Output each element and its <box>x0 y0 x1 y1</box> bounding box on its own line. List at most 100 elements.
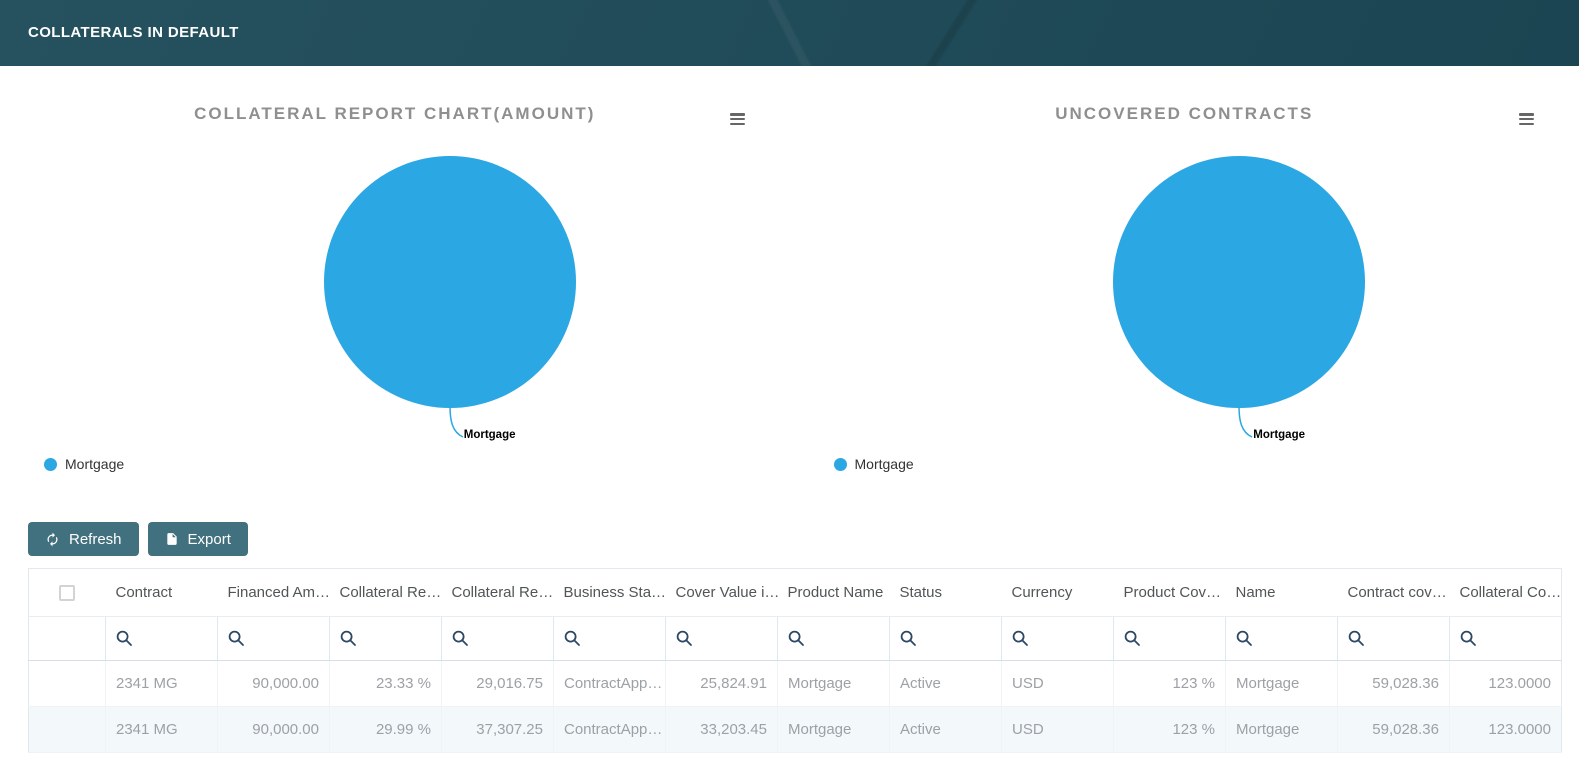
legend-marker-icon <box>834 458 847 471</box>
table-cell: Mortgage <box>1226 707 1338 753</box>
chart-panel-collateral-report: COLLATERAL REPORT CHART(AMOUNT) Mortgage… <box>0 66 790 506</box>
filter-cell[interactable] <box>1114 617 1226 661</box>
select-all-checkbox[interactable] <box>59 585 75 601</box>
app-header: COLLATERALS IN DEFAULT <box>0 0 1579 66</box>
search-icon <box>1236 630 1253 647</box>
filter-cell[interactable] <box>442 617 554 661</box>
search-icon <box>676 630 693 647</box>
table-cell: 25,824.91 <box>666 661 778 707</box>
chart-menu-button[interactable] <box>1516 108 1537 130</box>
pie-slice-mortgage[interactable] <box>1113 156 1365 408</box>
table-cell: 59,028.36 <box>1338 707 1450 753</box>
search-icon <box>1012 630 1029 647</box>
column-header[interactable]: Collateral Re… <box>330 569 442 617</box>
search-icon <box>116 630 133 647</box>
table-cell: 123.0000 <box>1450 707 1562 753</box>
pie-data-label: Mortgage <box>1253 429 1305 441</box>
table-cell: 29,016.75 <box>442 661 554 707</box>
column-header[interactable]: Financed Am… <box>218 569 330 617</box>
chart-title: UNCOVERED CONTRACTS <box>790 104 1579 124</box>
filter-cell[interactable] <box>218 617 330 661</box>
table-cell: 29.99 % <box>330 707 442 753</box>
search-icon <box>1348 630 1365 647</box>
legend-marker-icon <box>44 458 57 471</box>
table-cell: 123 % <box>1114 707 1226 753</box>
table-cell: Mortgage <box>778 661 890 707</box>
grid-header-row: ContractFinanced Am…Collateral Re…Collat… <box>29 569 1562 617</box>
table-cell: 59,028.36 <box>1338 661 1450 707</box>
toolbar: Refresh Export <box>28 522 1579 556</box>
legend-item[interactable]: Mortgage <box>44 456 124 472</box>
filter-cell[interactable] <box>778 617 890 661</box>
refresh-button[interactable]: Refresh <box>28 522 139 556</box>
row-select-cell[interactable] <box>29 661 106 707</box>
hamburger-icon <box>730 113 745 125</box>
column-header[interactable]: Currency <box>1002 569 1114 617</box>
search-icon <box>228 630 245 647</box>
filter-cell[interactable] <box>666 617 778 661</box>
table-cell: 90,000.00 <box>218 707 330 753</box>
table-cell: USD <box>1002 707 1114 753</box>
column-header[interactable]: Contract <box>106 569 218 617</box>
column-header[interactable]: Product Cov… <box>1114 569 1226 617</box>
filter-cell[interactable] <box>1002 617 1114 661</box>
hamburger-icon <box>1519 113 1534 125</box>
legend: Mortgage <box>44 456 124 476</box>
column-header[interactable]: Collateral Re… <box>442 569 554 617</box>
column-header[interactable]: Name <box>1226 569 1338 617</box>
table-cell: ContractApp… <box>554 661 666 707</box>
search-icon <box>788 630 805 647</box>
table-cell: 23.33 % <box>330 661 442 707</box>
table-cell: Active <box>890 707 1002 753</box>
search-icon <box>900 630 917 647</box>
table-cell: 123 % <box>1114 661 1226 707</box>
column-header[interactable]: Product Name <box>778 569 890 617</box>
pie-data-label: Mortgage <box>464 429 516 441</box>
table-cell: 123.0000 <box>1450 661 1562 707</box>
grid-body: 2341 MG90,000.0023.33 %29,016.75Contract… <box>29 661 1562 753</box>
refresh-icon <box>45 532 60 547</box>
table-row[interactable]: 2341 MG90,000.0023.33 %29,016.75Contract… <box>29 661 1562 707</box>
table-cell: 37,307.25 <box>442 707 554 753</box>
row-select-cell[interactable] <box>29 707 106 753</box>
refresh-label: Refresh <box>69 531 122 548</box>
charts-row: COLLATERAL REPORT CHART(AMOUNT) Mortgage… <box>0 66 1579 506</box>
chart-menu-button[interactable] <box>727 108 748 130</box>
export-label: Export <box>188 531 231 548</box>
filter-cell-empty <box>29 617 106 661</box>
chart-panel-uncovered-contracts: UNCOVERED CONTRACTS Mortgage Mortgage <box>790 66 1579 506</box>
search-icon <box>1124 630 1141 647</box>
filter-cell[interactable] <box>330 617 442 661</box>
chart-title: COLLATERAL REPORT CHART(AMOUNT) <box>0 104 790 124</box>
legend-item[interactable]: Mortgage <box>834 456 914 472</box>
column-header[interactable]: Cover Value i… <box>666 569 778 617</box>
column-header[interactable]: Status <box>890 569 1002 617</box>
select-all-cell <box>29 569 106 617</box>
filter-cell[interactable] <box>890 617 1002 661</box>
filter-cell[interactable] <box>1338 617 1450 661</box>
grid-filter-row <box>29 617 1562 661</box>
search-icon <box>1460 630 1477 647</box>
data-grid: ContractFinanced Am…Collateral Re…Collat… <box>28 568 1579 753</box>
legend-label: Mortgage <box>65 456 124 472</box>
search-icon <box>564 630 581 647</box>
export-icon <box>165 532 179 546</box>
page-title: COLLATERALS IN DEFAULT <box>0 0 1579 66</box>
column-header[interactable]: Business Sta… <box>554 569 666 617</box>
filter-cell[interactable] <box>1450 617 1562 661</box>
search-icon <box>452 630 469 647</box>
pie-slice-mortgage[interactable] <box>324 156 576 408</box>
search-icon <box>340 630 357 647</box>
legend: Mortgage <box>834 456 914 476</box>
table-cell: Mortgage <box>778 707 890 753</box>
legend-label: Mortgage <box>855 456 914 472</box>
column-header[interactable]: Contract cov… <box>1338 569 1450 617</box>
column-header[interactable]: Collateral Co… <box>1450 569 1562 617</box>
filter-cell[interactable] <box>554 617 666 661</box>
table-cell: USD <box>1002 661 1114 707</box>
export-button[interactable]: Export <box>148 522 248 556</box>
filter-cell[interactable] <box>1226 617 1338 661</box>
table-row[interactable]: 2341 MG90,000.0029.99 %37,307.25Contract… <box>29 707 1562 753</box>
table-cell: 90,000.00 <box>218 661 330 707</box>
filter-cell[interactable] <box>106 617 218 661</box>
